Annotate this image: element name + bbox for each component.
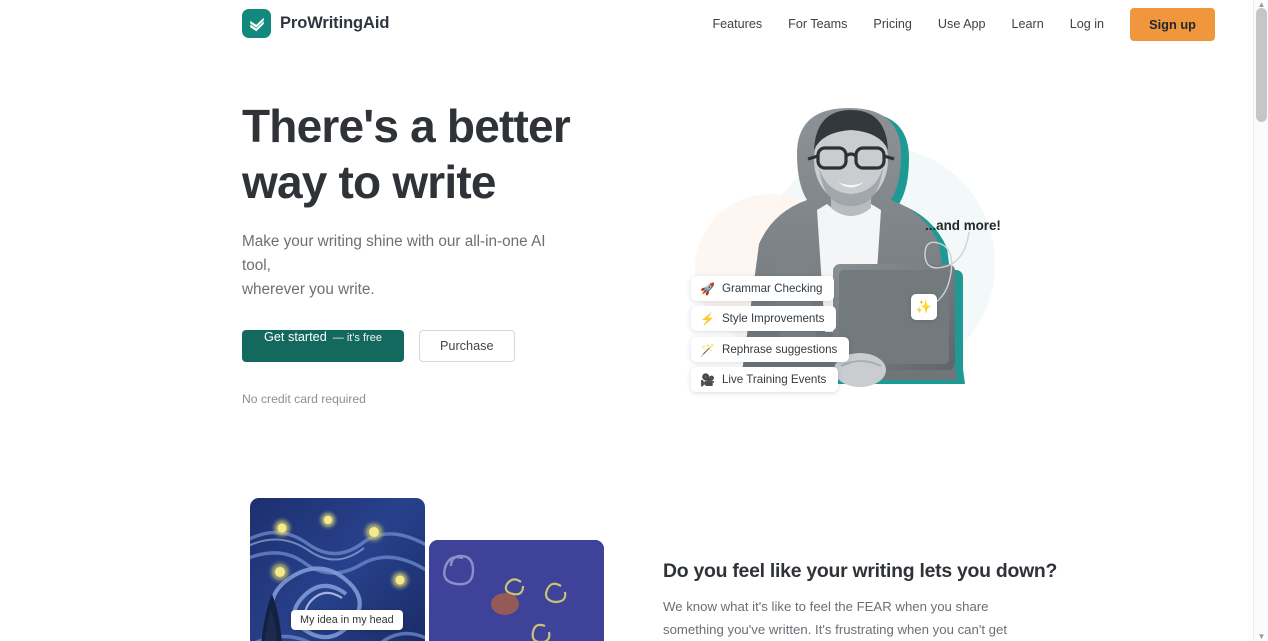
- hero-title: There's a better way to write: [242, 100, 571, 209]
- and-more-sparkle-card: ✨: [911, 294, 937, 320]
- sparkles-icon: ✨: [915, 299, 933, 314]
- scrollbar-thumb[interactable]: [1256, 8, 1267, 122]
- feature-card-rephrase-suggestions: 🪄 Rephrase suggestions: [691, 337, 850, 362]
- site-header: ProWritingAid Features For Teams Pricing…: [0, 0, 1253, 48]
- crude-drawing-panel: [429, 540, 604, 641]
- get-started-label: Get started: [264, 330, 327, 345]
- hero-illustration: 🚀 Grammar Checking ⚡ Style Improvements …: [655, 98, 1055, 428]
- scrollbar-down-arrow-icon[interactable]: ▼: [1257, 632, 1266, 641]
- section2-title: Do you feel like your writing lets you d…: [663, 560, 1058, 582]
- feature-card-grammar-checking: 🚀 Grammar Checking: [691, 276, 835, 301]
- nav-item-features[interactable]: Features: [699, 11, 775, 37]
- hero-copy: There's a better way to write Make your …: [242, 98, 642, 406]
- main-navigation: Features For Teams Pricing Use App Learn…: [699, 0, 1215, 48]
- crude-starry-night-sketch: [429, 540, 604, 641]
- feature-card-label: Style Improvements: [721, 312, 825, 325]
- video-camera-icon: 🎥: [700, 372, 715, 387]
- section2-body: We know what it's like to feel the FEAR …: [663, 599, 1008, 637]
- feature-card-label: Live Training Events: [721, 373, 827, 386]
- rocket-icon: 🚀: [700, 281, 715, 296]
- hero-subtitle: Make your writing shine with our all-in-…: [242, 233, 546, 298]
- nav-item-for-teams[interactable]: For Teams: [775, 11, 860, 37]
- feature-card-style-improvements: ⚡ Style Improvements: [691, 306, 837, 331]
- feature-card-live-training-events: 🎥 Live Training Events: [691, 367, 839, 392]
- page-scrollbar[interactable]: ▲ ▼: [1253, 0, 1268, 641]
- brand-logo-link[interactable]: ProWritingAid: [242, 9, 389, 38]
- nav-item-pricing[interactable]: Pricing: [860, 11, 925, 37]
- idea-vs-reality-illustration: My idea in my head: [250, 498, 620, 641]
- feature-card-label: Rephrase suggestions: [721, 343, 838, 356]
- magic-wand-icon: 🪄: [700, 342, 715, 357]
- nav-item-use-app[interactable]: Use App: [925, 11, 999, 37]
- get-started-button[interactable]: Get started — it's free: [242, 330, 404, 363]
- hero-button-group: Get started — it's free Purchase: [242, 330, 642, 363]
- nav-item-log-in[interactable]: Log in: [1057, 11, 1117, 37]
- sign-up-button[interactable]: Sign up: [1130, 7, 1215, 41]
- nav-item-learn[interactable]: Learn: [999, 11, 1057, 37]
- prowritingaid-logo-icon: [242, 9, 271, 38]
- purchase-button[interactable]: Purchase: [418, 330, 515, 363]
- get-started-free-note: — it's free: [332, 332, 382, 345]
- feature-card-label: Grammar Checking: [721, 282, 823, 295]
- my-idea-in-my-head-label: My idea in my head: [291, 610, 403, 630]
- no-credit-card-note: No credit card required: [242, 392, 366, 407]
- brand-name: ProWritingAid: [280, 14, 390, 32]
- lightning-bolt-icon: ⚡: [700, 311, 715, 326]
- page-root: ProWritingAid Features For Teams Pricing…: [0, 0, 1268, 641]
- section2-copy: Do you feel like your writing lets you d…: [663, 560, 1058, 641]
- and-more-label: ...and more!: [925, 218, 1001, 233]
